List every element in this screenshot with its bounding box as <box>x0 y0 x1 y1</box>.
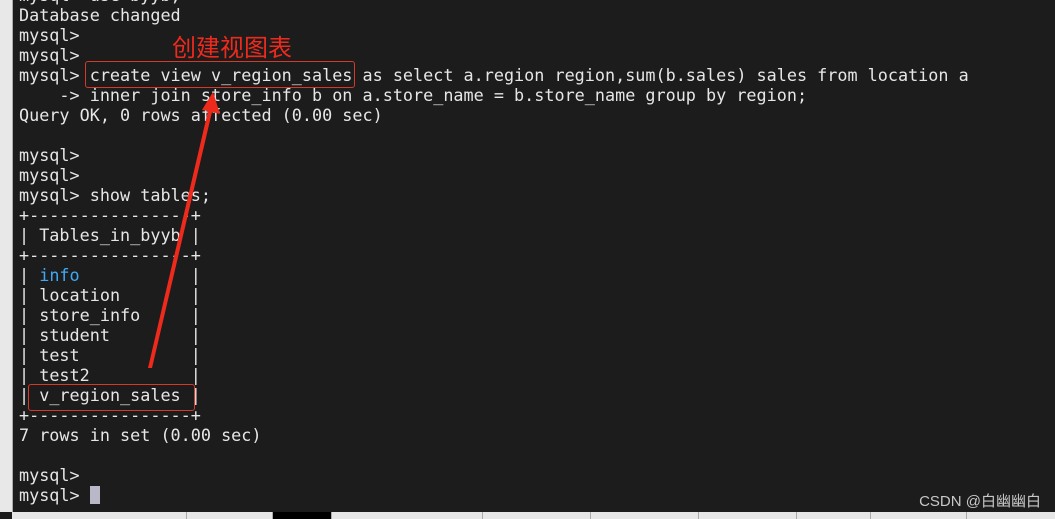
annotation-arrow <box>148 92 220 368</box>
arrow-icon <box>148 92 220 368</box>
watermark: CSDN @白幽幽白 <box>919 493 1041 510</box>
status-bar <box>12 512 1055 519</box>
